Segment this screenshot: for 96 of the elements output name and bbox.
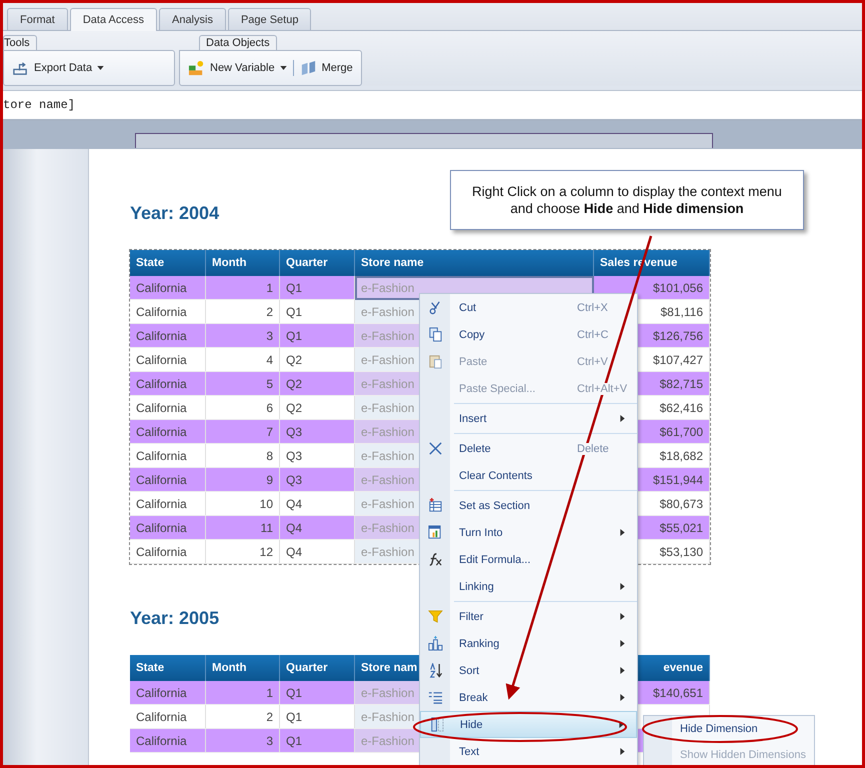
column-header[interactable]: Quarter [280,250,354,276]
table-cell: California [130,681,206,704]
table-cell: Q1 [280,728,354,752]
formula-bar[interactable]: tore name] [3,90,862,121]
table-cell: California [130,396,206,420]
submenu-arrow-icon [620,583,625,590]
table-cell: California [130,468,206,492]
table-cell: Q2 [280,372,354,396]
ribbon-tab[interactable]: Page Setup [228,8,312,30]
table-cell: 7 [206,420,280,444]
formula-icon [428,552,442,567]
submenu-arrow-icon [620,667,625,674]
table-cell: Q3 [280,444,354,468]
table-cell: Q3 [280,468,354,492]
submenu-arrow-icon [620,415,625,422]
table-cell: 10 [206,492,280,516]
chart-table-icon [428,525,442,540]
table-cell: California [130,492,206,516]
submenu-arrow-icon [620,694,625,701]
table-cell: California [130,420,206,444]
submenu-arrow-icon [620,640,625,647]
table-cell: California [130,728,206,752]
submenu-arrow-icon [620,529,625,536]
table-cell: California [130,540,206,564]
table-cell: 2 [206,300,280,324]
table-cell: 3 [206,324,280,348]
table-cell: Q2 [280,348,354,372]
ribbon-button[interactable]: Export Data [10,58,106,78]
submenu-arrow-icon [620,613,625,620]
group-title: Tools [3,35,37,50]
column-header[interactable]: Month [206,250,280,276]
table-cell: Q1 [280,704,354,728]
table-cell: 12 [206,540,280,564]
ranking-icon [428,636,442,651]
table-cell: Q4 [280,516,354,540]
section-title: Year: 2005 [130,608,220,630]
column-header[interactable]: Month [206,655,280,681]
table-cell: 11 [206,516,280,540]
table-cell: 6 [206,396,280,420]
table-cell: Q4 [280,492,354,516]
menu-item[interactable]: Hide [420,711,637,738]
table-cell: Q1 [280,276,354,300]
table-cell: California [130,276,206,300]
ribbon-tab[interactable]: Analysis [158,8,226,30]
submenu-arrow-icon [619,721,624,728]
section-icon [428,498,442,513]
submenu-arrow-icon [620,748,625,755]
merge-icon [300,60,317,76]
copy-icon [428,327,442,342]
table-cell: Q1 [280,681,354,704]
table-cell: Q2 [280,396,354,420]
menu-item[interactable]: Ranking [420,630,637,657]
menu-item[interactable]: Hide Dimension [644,716,814,742]
callout-text: Right Click on a column to display the context menu and choose Hide and Hide dimension [471,183,783,217]
ribbon-button[interactable]: Merge [298,58,355,78]
table-cell: California [130,300,206,324]
filter-icon [428,609,442,624]
sort-icon [428,663,442,678]
table-cell: 9 [206,468,280,492]
table-cell: 8 [206,444,280,468]
table-cell: California [130,516,206,540]
table-cell: Q1 [280,324,354,348]
table-cell: 1 [206,681,280,704]
ribbon-button[interactable]: New Variable [186,58,289,78]
table-cell: 4 [206,348,280,372]
scissors-icon [428,300,442,315]
table-cell: 3 [206,728,280,752]
table-cell: Q1 [280,300,354,324]
new-variable-icon [188,60,205,76]
group-title: Data Objects [199,35,277,50]
menu-item[interactable]: Filter [420,603,637,630]
paste-icon [428,354,442,369]
ribbon-tab[interactable]: Format [7,8,68,30]
table-cell: Q3 [280,420,354,444]
table-cell: 1 [206,276,280,300]
column-header[interactable]: Quarter [280,655,354,681]
menu-item[interactable]: Linking [420,573,637,600]
delete-icon [428,441,442,456]
table-cell: California [130,444,206,468]
hide-columns-icon [428,717,444,732]
table-cell: California [130,704,206,728]
caret-icon [97,66,104,70]
ribbon-tab[interactable]: Data Access [70,8,157,31]
section-title: Year: 2004 [130,203,220,225]
table-cell: California [130,372,206,396]
caret-icon [280,66,287,70]
break-icon [428,690,442,705]
export-icon [12,60,29,76]
table-cell: California [130,324,206,348]
table-cell: 2 [206,704,280,728]
table-cell: Q4 [280,540,354,564]
column-header[interactable]: State [130,655,206,681]
column-header[interactable]: State [130,250,206,276]
column-header[interactable]: Store name [354,250,594,276]
table-cell: California [130,348,206,372]
table-cell: 5 [206,372,280,396]
